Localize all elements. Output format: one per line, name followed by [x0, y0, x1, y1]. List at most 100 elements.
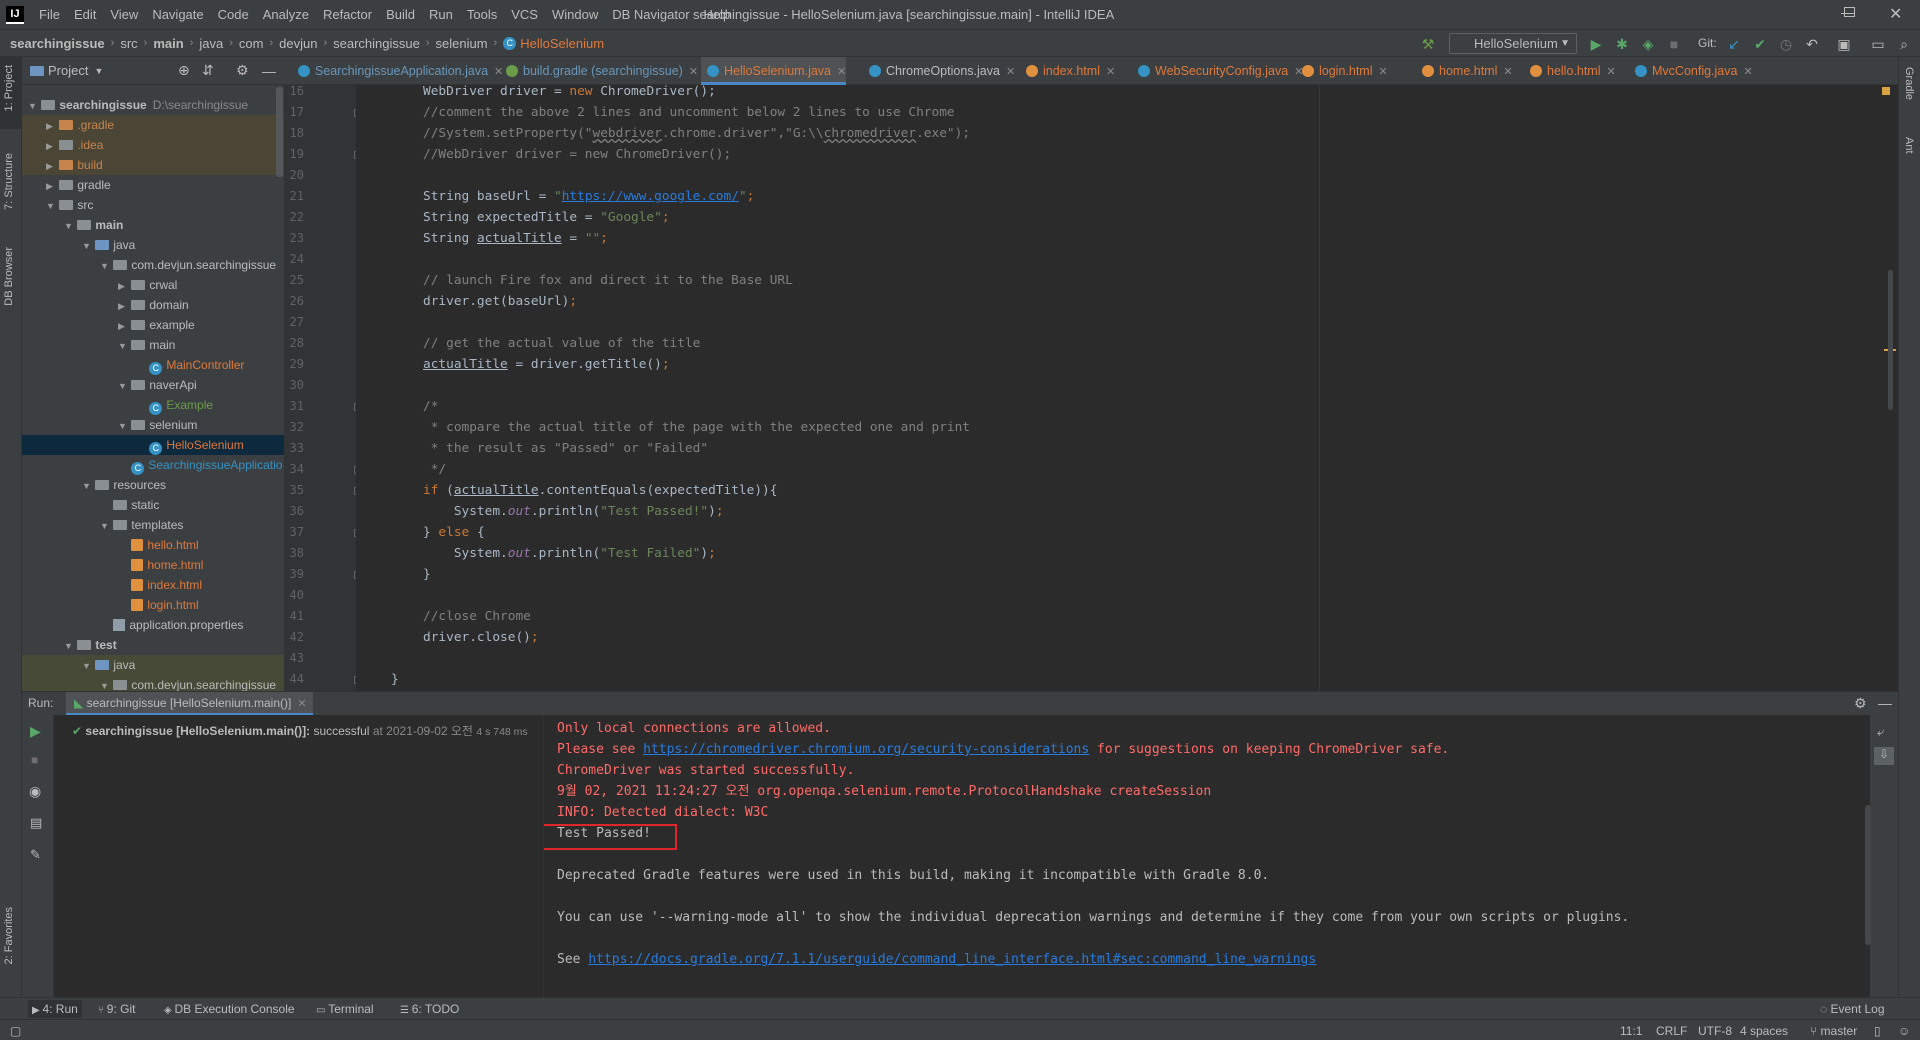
project-structure-icon[interactable]: ▣	[1836, 36, 1852, 52]
expand-arrow-icon[interactable]: ▼	[100, 256, 110, 276]
file-encoding[interactable]: UTF-8	[1698, 1024, 1732, 1038]
tree-item[interactable]: ▼ main	[22, 215, 284, 235]
tree-item[interactable]: application.properties	[22, 615, 284, 635]
menu-file[interactable]: File	[32, 7, 67, 22]
expand-arrow-icon[interactable]: ▶	[118, 276, 128, 296]
expand-arrow-icon[interactable]: ▶	[46, 136, 56, 156]
run-icon[interactable]: ▶	[1588, 36, 1604, 52]
locate-icon[interactable]: ⊕	[178, 62, 190, 79]
favorites-tool-tab[interactable]: 2: Favorites	[3, 907, 15, 964]
tree-item[interactable]: C SearchingissueApplicatio	[22, 455, 284, 475]
tree-item[interactable]: ▶ build	[22, 155, 284, 175]
build-hammer-icon[interactable]: ⚒	[1420, 36, 1436, 52]
console-scrollbar[interactable]	[1865, 805, 1871, 945]
stop-icon[interactable]: ■	[1666, 36, 1682, 52]
tree-item[interactable]: ▼ src	[22, 195, 284, 215]
menu-vcs[interactable]: VCS	[504, 7, 545, 22]
menu-db-navigator[interactable]: DB Navigator	[605, 7, 696, 22]
close-icon[interactable]: ✕	[1503, 66, 1512, 78]
editor-tab[interactable]: MvcConfig.java ✕	[1629, 57, 1753, 85]
rollback-icon[interactable]: ↶	[1804, 36, 1820, 52]
tree-item[interactable]: C Example	[22, 395, 284, 415]
scroll-to-end-icon[interactable]: ⇩	[1874, 747, 1894, 765]
tree-item[interactable]: ▼ naverApi	[22, 375, 284, 395]
editor-tab[interactable]: SearchingissueApplication.java ✕	[292, 57, 503, 85]
menu-tools[interactable]: Tools	[460, 7, 504, 22]
tree-item[interactable]: C MainController	[22, 355, 284, 375]
line-separator[interactable]: CRLF	[1656, 1024, 1687, 1038]
collapse-all-icon[interactable]: ⇵	[202, 62, 214, 79]
tree-item[interactable]: hello.html	[22, 535, 284, 555]
expand-arrow-icon[interactable]: ▼	[118, 336, 128, 356]
breadcrumb-item[interactable]: src	[120, 36, 137, 51]
project-scrollbar[interactable]	[276, 87, 283, 177]
editor-tab[interactable]: HelloSelenium.java ✕	[701, 57, 847, 85]
run-configuration-select[interactable]: HelloSelenium ▼	[1449, 33, 1577, 54]
close-icon[interactable]: ✕	[297, 698, 306, 710]
caret-position[interactable]: 11:1	[1620, 1024, 1642, 1038]
eye-icon[interactable]: ◉	[29, 783, 41, 800]
gear-icon[interactable]: ⚙	[236, 62, 249, 79]
editor-tab[interactable]: WebSecurityConfig.java ✕	[1132, 57, 1303, 85]
breadcrumb-item[interactable]: selenium	[436, 36, 488, 51]
tree-item[interactable]: ▶ domain	[22, 295, 284, 315]
console-link[interactable]: https://docs.gradle.org/7.1.1/userguide/…	[588, 952, 1316, 967]
tree-item[interactable]: ▼ templates	[22, 515, 284, 535]
tree-item[interactable]: ▼ main	[22, 335, 284, 355]
tree-item[interactable]: ▼ com.devjun.searchingissue	[22, 255, 284, 275]
expand-arrow-icon[interactable]: ▼	[64, 216, 74, 236]
tool-window-button[interactable]: ⑂ 9: Git	[98, 1002, 135, 1016]
menu-analyze[interactable]: Analyze	[256, 7, 316, 22]
git-update-icon[interactable]: ↙	[1726, 36, 1742, 52]
debug-icon[interactable]: ✱	[1614, 36, 1630, 52]
tree-item[interactable]: ▶ .idea	[22, 135, 284, 155]
layout-icon[interactable]: ▤	[30, 815, 42, 831]
stop-icon[interactable]: ■	[31, 753, 38, 767]
menu-edit[interactable]: Edit	[67, 7, 103, 22]
tree-item[interactable]: ▶ crwal	[22, 275, 284, 295]
expand-arrow-icon[interactable]: ▶	[46, 156, 56, 176]
run-tree-item[interactable]: ✔ searchingissue [HelloSelenium.main()]:…	[72, 722, 528, 739]
tree-item[interactable]: ▼ java	[22, 235, 284, 255]
inspector-icon[interactable]: ☺	[1898, 1024, 1910, 1038]
rerun-icon[interactable]: ▶	[30, 723, 41, 740]
close-icon[interactable]: ✕	[1006, 66, 1015, 78]
breadcrumb-item[interactable]: main	[153, 36, 183, 51]
menu-run[interactable]: Run	[422, 7, 460, 22]
layout-icon[interactable]: ▭	[1870, 36, 1886, 52]
expand-arrow-icon[interactable]: ▼	[118, 376, 128, 396]
expand-arrow-icon[interactable]: ▼	[64, 636, 74, 656]
editor-tab[interactable]: login.html ✕	[1296, 57, 1388, 85]
warning-marker-icon[interactable]	[1882, 87, 1890, 95]
tool-window-button[interactable]: ☰ 6: TODO	[400, 1002, 459, 1016]
editor-tab[interactable]: home.html ✕	[1416, 57, 1513, 85]
menu-code[interactable]: Code	[211, 7, 256, 22]
code-editor[interactable]: WebDriver driver = new ChromeDriver(); //…	[356, 85, 1898, 691]
chevron-down-icon[interactable]: ▼	[94, 66, 103, 76]
tree-item[interactable]: login.html	[22, 595, 284, 615]
search-icon[interactable]: ⌕	[1896, 36, 1912, 52]
git-history-icon[interactable]: ◷	[1778, 36, 1794, 52]
close-window-button[interactable]: ✕	[1889, 4, 1902, 24]
lock-icon[interactable]: ▯	[1874, 1024, 1881, 1038]
expand-arrow-icon[interactable]: ▼	[118, 416, 128, 436]
project-tool-tab[interactable]: 1: Project	[3, 65, 15, 111]
expand-arrow-icon[interactable]: ▼	[100, 516, 110, 536]
expand-arrow-icon[interactable]: ▶	[46, 116, 56, 136]
tree-item[interactable]: ▼ selenium	[22, 415, 284, 435]
tree-item[interactable]: ▶ gradle	[22, 175, 284, 195]
git-branch-widget[interactable]: ⑂ master	[1810, 1024, 1857, 1038]
expand-arrow-icon[interactable]: ▼	[28, 96, 38, 116]
pin-icon[interactable]: ✎	[30, 847, 41, 863]
menu-view[interactable]: View	[103, 7, 145, 22]
breadcrumb-item[interactable]: searchingissue	[333, 36, 420, 51]
close-icon[interactable]: ✕	[689, 66, 698, 78]
tree-item[interactable]: ▼ java	[22, 655, 284, 675]
tree-item[interactable]: home.html	[22, 555, 284, 575]
tree-item[interactable]: index.html	[22, 575, 284, 595]
console-output[interactable]: Only local connections are allowed. Pleas…	[544, 715, 1870, 997]
hide-panel-icon[interactable]: —	[1878, 695, 1892, 711]
menu-navigate[interactable]: Navigate	[145, 7, 210, 22]
breadcrumb-item[interactable]: com	[239, 36, 264, 51]
gear-icon[interactable]: ⚙	[1854, 695, 1867, 712]
